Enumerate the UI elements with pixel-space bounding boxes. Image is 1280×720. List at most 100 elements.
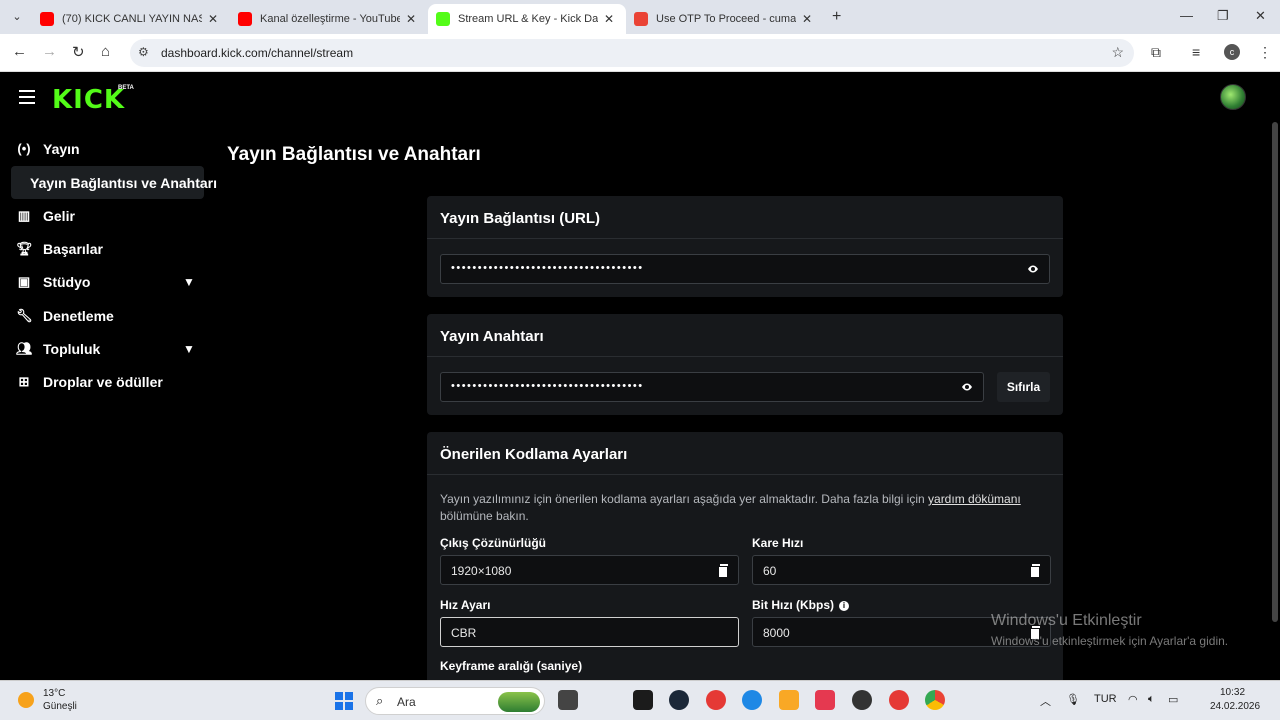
- app-icon[interactable]: [889, 690, 909, 710]
- chrome-icon[interactable]: [925, 690, 945, 710]
- back-icon[interactable]: ←: [12, 43, 27, 60]
- sun-icon[interactable]: [18, 692, 34, 708]
- stream-key-card: Yayın Anahtarı •••••••••••••••••••••••••…: [427, 314, 1063, 415]
- eye-icon[interactable]: [1027, 263, 1039, 275]
- kick-dashboard: KICK BETA (•) Yayın Yayın Bağlantısı ve …: [0, 72, 1280, 680]
- tab-title: Stream URL & Key - Kick Dashboard: [458, 13, 598, 25]
- window-close-icon[interactable]: ✕: [1255, 8, 1266, 24]
- stream-url-card: Yayın Bağlantısı (URL) •••••••••••••••••…: [427, 196, 1063, 297]
- weather-condition[interactable]: Güneşli: [43, 701, 77, 712]
- copy-icon[interactable]: [1030, 564, 1040, 578]
- rate-control-field[interactable]: CBR: [440, 617, 739, 647]
- edge-icon[interactable]: [742, 690, 762, 710]
- taskbar-search[interactable]: ⌕ Ara: [365, 687, 545, 715]
- stream-key-field[interactable]: ••••••••••••••••••••••••••••••••••••: [440, 372, 984, 402]
- address-bar[interactable]: ⚙ dashboard.kick.com/channel/stream ☆: [130, 39, 1134, 67]
- clock-date[interactable]: 24.02.2026: [1210, 701, 1260, 712]
- sidebar-item-label: Başarılar: [43, 240, 103, 257]
- reset-key-button[interactable]: Sıfırla: [997, 372, 1050, 402]
- kick-logo[interactable]: KICK: [52, 85, 125, 115]
- task-view-icon[interactable]: [558, 690, 578, 710]
- browser-tab-active[interactable]: Stream URL & Key - Kick Dashboard ✕: [428, 4, 626, 34]
- resolution-field[interactable]: 1920×1080: [440, 555, 739, 585]
- browser-toolbar: ← → ↻ ⌂ ⚙ dashboard.kick.com/channel/str…: [0, 34, 1280, 72]
- media-icon[interactable]: ≡: [1192, 44, 1200, 60]
- close-icon[interactable]: ✕: [208, 12, 218, 26]
- valorant-icon[interactable]: [815, 690, 835, 710]
- tray-chevron-icon[interactable]: ︿: [1040, 693, 1051, 709]
- browser-tab[interactable]: Use OTP To Proceed - cumalion ✕: [626, 4, 824, 34]
- close-icon[interactable]: ✕: [604, 12, 614, 26]
- youtube-icon: [238, 12, 252, 26]
- activation-watermark-subtitle: Windows'u etkinleştirmek için Ayarlar'a …: [991, 634, 1229, 648]
- masked-value: ••••••••••••••••••••••••••••••••••••: [451, 380, 644, 392]
- reload-icon[interactable]: ↻: [72, 43, 85, 61]
- copy-icon[interactable]: [718, 564, 728, 578]
- file-explorer-icon[interactable]: [779, 690, 799, 710]
- rate-control-label: Hız Ayarı: [440, 598, 491, 612]
- weather-temperature[interactable]: 13°C: [43, 688, 65, 699]
- sidebar-item-basarilar[interactable]: 🏆︎ Başarılar: [0, 232, 210, 265]
- chevron-down-icon[interactable]: ▼: [183, 275, 195, 289]
- eye-icon[interactable]: [961, 381, 973, 393]
- sidebar-item-topluluk[interactable]: 👥︎ Topluluk ▼: [0, 332, 210, 365]
- url-text: dashboard.kick.com/channel/stream: [161, 46, 354, 60]
- field-value: 60: [763, 564, 777, 578]
- user-avatar[interactable]: [1220, 84, 1246, 110]
- extensions-icon[interactable]: ⧉: [1151, 44, 1161, 61]
- chevron-down-icon[interactable]: ▼: [183, 342, 195, 356]
- help-doc-link[interactable]: yardım dökümanı: [928, 492, 1021, 506]
- wifi-icon[interactable]: ◠: [1128, 693, 1138, 706]
- volume-icon[interactable]: 🔈︎: [1148, 693, 1155, 706]
- tab-title: (70) KICK CANLI YAYIN NASIL YAPILIR: [62, 13, 202, 25]
- hamburger-menu-icon[interactable]: [19, 90, 35, 104]
- sidebar-item-yayin[interactable]: (•) Yayın: [0, 132, 210, 165]
- search-highlight-image: [498, 692, 540, 712]
- restore-icon[interactable]: ❐: [1217, 8, 1229, 24]
- profile-avatar[interactable]: c: [1224, 44, 1240, 60]
- app-icon[interactable]: [706, 690, 726, 710]
- sidebar-item-stream-url-key[interactable]: Yayın Bağlantısı ve Anahtarı: [11, 166, 217, 199]
- sidebar-item-droplar[interactable]: ⊞ Droplar ve ödüller: [0, 365, 210, 398]
- sidebar-item-gelir[interactable]: ▥ Gelir: [0, 199, 210, 232]
- bookmark-star-icon[interactable]: ☆: [1111, 44, 1124, 61]
- site-info-icon[interactable]: ⚙: [138, 45, 149, 59]
- scrollbar[interactable]: [1272, 122, 1278, 622]
- sidebar-item-studyo[interactable]: ▣ Stüdyo ▼: [0, 265, 210, 298]
- windows-taskbar: 13°C Güneşli ⌕ Ara ︿ 🎙︎ TUR ◠ 🔈︎ ▭ 10:32…: [0, 680, 1280, 720]
- browser-tab[interactable]: Kanal özelleştirme - YouTube Studio ✕: [230, 4, 428, 34]
- gift-icon: ⊞: [18, 373, 30, 389]
- broadcast-icon: (•): [17, 141, 31, 156]
- info-icon[interactable]: i: [839, 600, 849, 611]
- obs-icon[interactable]: [852, 690, 872, 710]
- browser-tab[interactable]: (70) KICK CANLI YAYIN NASIL YAPILIR ✕: [32, 4, 230, 34]
- encoding-settings-card: Önerilen Kodlama Ayarları Yayın yazılımı…: [427, 432, 1063, 680]
- app-icon[interactable]: [633, 690, 653, 710]
- sidebar-item-denetleme[interactable]: 🔧︎ Denetleme: [0, 299, 210, 332]
- clock-time[interactable]: 10:32: [1220, 687, 1245, 698]
- home-icon[interactable]: ⌂: [101, 43, 110, 60]
- framerate-field[interactable]: 60: [752, 555, 1051, 585]
- tab-title: Kanal özelleştirme - YouTube Studio: [260, 13, 400, 25]
- monitor-icon: ▣: [17, 273, 31, 289]
- forward-icon[interactable]: →: [42, 43, 57, 60]
- language-indicator[interactable]: TUR: [1094, 693, 1117, 705]
- tab-search-icon[interactable]: ⌄: [8, 8, 26, 26]
- windows-start-icon[interactable]: [335, 692, 353, 710]
- search-placeholder: Ara: [397, 695, 416, 709]
- field-value: CBR: [451, 626, 477, 640]
- kick-favicon-icon: [436, 12, 450, 26]
- minimize-icon[interactable]: —: [1180, 8, 1193, 23]
- masked-value: ••••••••••••••••••••••••••••••••••••: [451, 262, 644, 274]
- microphone-icon[interactable]: 🎙︎: [1066, 693, 1080, 706]
- stream-url-field[interactable]: ••••••••••••••••••••••••••••••••••••: [440, 254, 1050, 284]
- close-icon[interactable]: ✕: [406, 12, 416, 26]
- steam-icon[interactable]: [669, 690, 689, 710]
- card-title: Yayın Bağlantısı (URL): [427, 196, 1063, 239]
- battery-icon[interactable]: ▭: [1168, 693, 1178, 706]
- new-tab-icon[interactable]: +: [832, 8, 841, 26]
- menu-icon[interactable]: ⋮: [1258, 44, 1272, 61]
- field-value: 8000: [763, 626, 790, 640]
- activation-watermark-title: Windows'u Etkinleştir: [991, 612, 1142, 629]
- close-icon[interactable]: ✕: [802, 12, 812, 26]
